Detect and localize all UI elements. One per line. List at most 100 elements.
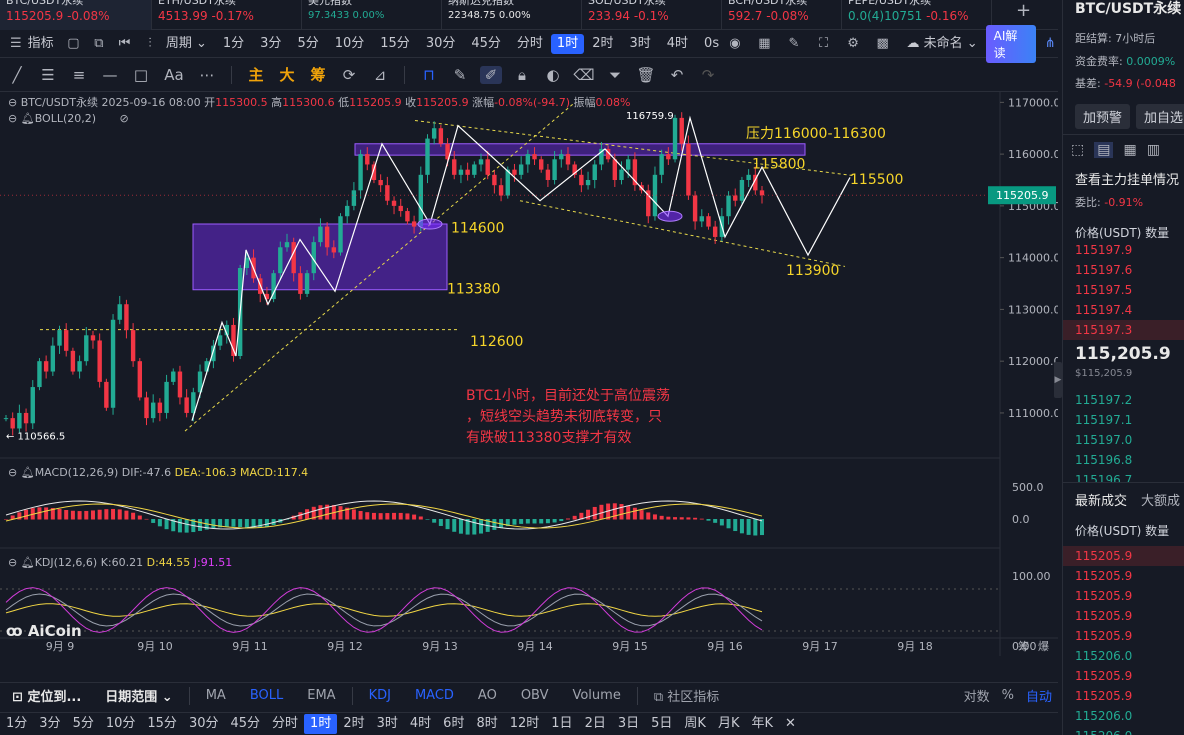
tf-button-5[interactable]: 30分	[183, 714, 225, 734]
percent-scale-toggle[interactable]: %	[996, 688, 1020, 703]
tf-button-2[interactable]: 5分	[67, 714, 100, 734]
timeframe-9[interactable]: 2时	[584, 34, 621, 54]
edit-icon[interactable]: ✎	[786, 36, 802, 52]
ticker-tab[interactable]: ETH/USDT永续 4513.99 -0.17%	[152, 0, 302, 30]
indicator-toggle-volume[interactable]: Volume	[560, 688, 632, 703]
close-icon[interactable]: ✕	[779, 714, 802, 734]
period-dropdown[interactable]: 周期 ⌄	[158, 34, 215, 54]
indicator-toggle-macd[interactable]: MACD	[403, 688, 466, 703]
ai-button[interactable]: AI解读	[985, 24, 1037, 63]
chip-tool[interactable]: 筹	[307, 64, 329, 85]
tf-button-7[interactable]: 分时	[266, 714, 304, 734]
orderbook-title[interactable]: 查看主力挂单情况	[1075, 169, 1179, 188]
indicator-toggle-boll[interactable]: BOLL	[238, 688, 295, 703]
timeframe-8[interactable]: 1时	[550, 33, 585, 54]
collapse-icon[interactable]: ⊖	[8, 112, 17, 125]
tf-button-1[interactable]: 3分	[33, 714, 66, 734]
add-alert-button[interactable]: 加预警	[1075, 104, 1131, 129]
date-range-dropdown[interactable]: 日期范围 ⌄	[93, 686, 184, 705]
delete-icon[interactable]: 🗑︎	[635, 66, 657, 84]
ticker-tab[interactable]: PEPE/USDT永续 0.0(4)10751 -0.16%	[842, 0, 992, 30]
rectangle-tool-icon[interactable]: □	[130, 66, 152, 84]
fib-tool-icon[interactable]: ☰	[37, 66, 59, 84]
tf-button-21[interactable]: 年K	[745, 714, 779, 734]
timeframe-5[interactable]: 30分	[418, 34, 464, 54]
tf-button-16[interactable]: 2日	[579, 714, 612, 734]
tf-button-15[interactable]: 1日	[545, 714, 578, 734]
collapse-icon[interactable]: ⊖	[8, 466, 17, 479]
eraser-icon[interactable]: ⌫	[573, 66, 595, 84]
ticker-tab[interactable]: BTC/USDT永续 115205.9 -0.08%	[0, 0, 152, 30]
tf-button-18[interactable]: 5日	[645, 714, 678, 734]
tf-button-12[interactable]: 6时	[437, 714, 470, 734]
timeframe-7[interactable]: 分时	[509, 34, 551, 54]
tf-button-0[interactable]: 1分	[0, 714, 33, 734]
layout-icon[interactable]: ▢	[66, 36, 82, 52]
indicator-toggle-obv[interactable]: OBV	[509, 688, 561, 703]
redo-icon[interactable]: ↷	[697, 66, 719, 84]
indicator-toggle-ema[interactable]: EMA	[295, 688, 347, 703]
lock-icon[interactable]: 🔒︎	[511, 66, 533, 84]
tf-button-10[interactable]: 3时	[371, 714, 404, 734]
bids-row[interactable]: 115197.1	[1063, 410, 1184, 430]
collapse-icon[interactable]: ⊖	[8, 556, 17, 569]
replay-icon[interactable]: ⏮	[117, 36, 133, 52]
indicator-toggle-ma[interactable]: MA	[194, 688, 238, 703]
tab-large-trades[interactable]: 大额成	[1141, 494, 1180, 509]
bids-row[interactable]: 115196.7	[1063, 470, 1184, 482]
book-view-icon[interactable]: ▤	[1094, 142, 1114, 158]
more-tools-icon[interactable]: ⋯	[196, 66, 218, 84]
large-order-tool[interactable]: 大	[276, 64, 298, 85]
filter-icon[interactable]: ⏷	[604, 66, 626, 84]
timeframe-10[interactable]: 3时	[621, 34, 658, 54]
bids-row[interactable]: 115197.2	[1063, 390, 1184, 410]
ticker-tab[interactable]: BCH/USDT永续 592.7 -0.08%	[722, 0, 842, 30]
timeframe-11[interactable]: 4时	[659, 34, 696, 54]
asks-row[interactable]: 115197.6	[1063, 260, 1184, 280]
ruler-icon[interactable]: ⊿	[369, 66, 391, 84]
text-tool-icon[interactable]: Aa	[161, 66, 187, 84]
indicator-toggle-ao[interactable]: AO	[466, 688, 509, 703]
ticker-tab[interactable]: SOL/USDT永续 233.94 -0.1%	[582, 0, 722, 30]
camera-icon[interactable]: ◉	[727, 36, 743, 52]
ticker-tab[interactable]: 美元指数 97.3433 0.00%	[302, 0, 442, 30]
add-favorite-button[interactable]: 加自选	[1136, 104, 1184, 129]
bids-row[interactable]: 115197.0	[1063, 430, 1184, 450]
hide-icon[interactable]: ◐	[542, 66, 564, 84]
channel-tool-icon[interactable]: ≡	[68, 66, 90, 84]
community-indicators-button[interactable]: ⧉ 社区指标	[642, 686, 731, 705]
layout-name-dropdown[interactable]: ☁ 未命名 ⌄	[898, 34, 985, 54]
indicators-button[interactable]: 指标	[24, 34, 62, 54]
pencil-icon[interactable]: ✎	[449, 66, 471, 84]
asks-row[interactable]: 115197.5	[1063, 280, 1184, 300]
asks-row[interactable]: 115197.3	[1063, 320, 1184, 340]
tf-button-3[interactable]: 10分	[100, 714, 142, 734]
log-scale-toggle[interactable]: 对数	[958, 686, 996, 705]
indicator-icon[interactable]: ☰	[8, 36, 24, 52]
settings-icon[interactable]: ⚙	[845, 36, 861, 52]
tf-button-20[interactable]: 月K	[712, 714, 746, 734]
tf-button-9[interactable]: 2时	[337, 714, 370, 734]
tab-latest-trades[interactable]: 最新成交	[1075, 494, 1127, 509]
tf-button-13[interactable]: 8时	[470, 714, 503, 734]
tf-button-8[interactable]: 1时	[304, 714, 338, 734]
share-icon[interactable]: ⋔	[1042, 36, 1058, 52]
add-ticker-button[interactable]: +	[1016, 0, 1031, 21]
book-sell-icon[interactable]: ▥	[1147, 142, 1160, 158]
locate-button[interactable]: ⊡ 定位到...	[0, 686, 93, 705]
book-buy-icon[interactable]: ▦	[1123, 142, 1136, 158]
book-both-icon[interactable]: ⬚	[1071, 142, 1084, 158]
tf-button-4[interactable]: 15分	[141, 714, 183, 734]
magnet-icon[interactable]: ⊓	[418, 66, 440, 84]
timeframe-2[interactable]: 5分	[289, 34, 326, 54]
timeframe-4[interactable]: 15分	[372, 34, 418, 54]
eye-hidden-icon[interactable]: ⊘	[120, 112, 129, 125]
tf-button-11[interactable]: 4时	[404, 714, 437, 734]
asks-row[interactable]: 115197.9	[1063, 240, 1184, 260]
timeframe-3[interactable]: 10分	[327, 34, 373, 54]
main-force-tool[interactable]: 主	[245, 64, 267, 85]
timeframe-1[interactable]: 3分	[252, 34, 289, 54]
horizontal-line-icon[interactable]: —	[99, 66, 121, 84]
tf-button-14[interactable]: 12时	[504, 714, 546, 734]
fullscreen-icon[interactable]: ⛶	[816, 36, 832, 52]
